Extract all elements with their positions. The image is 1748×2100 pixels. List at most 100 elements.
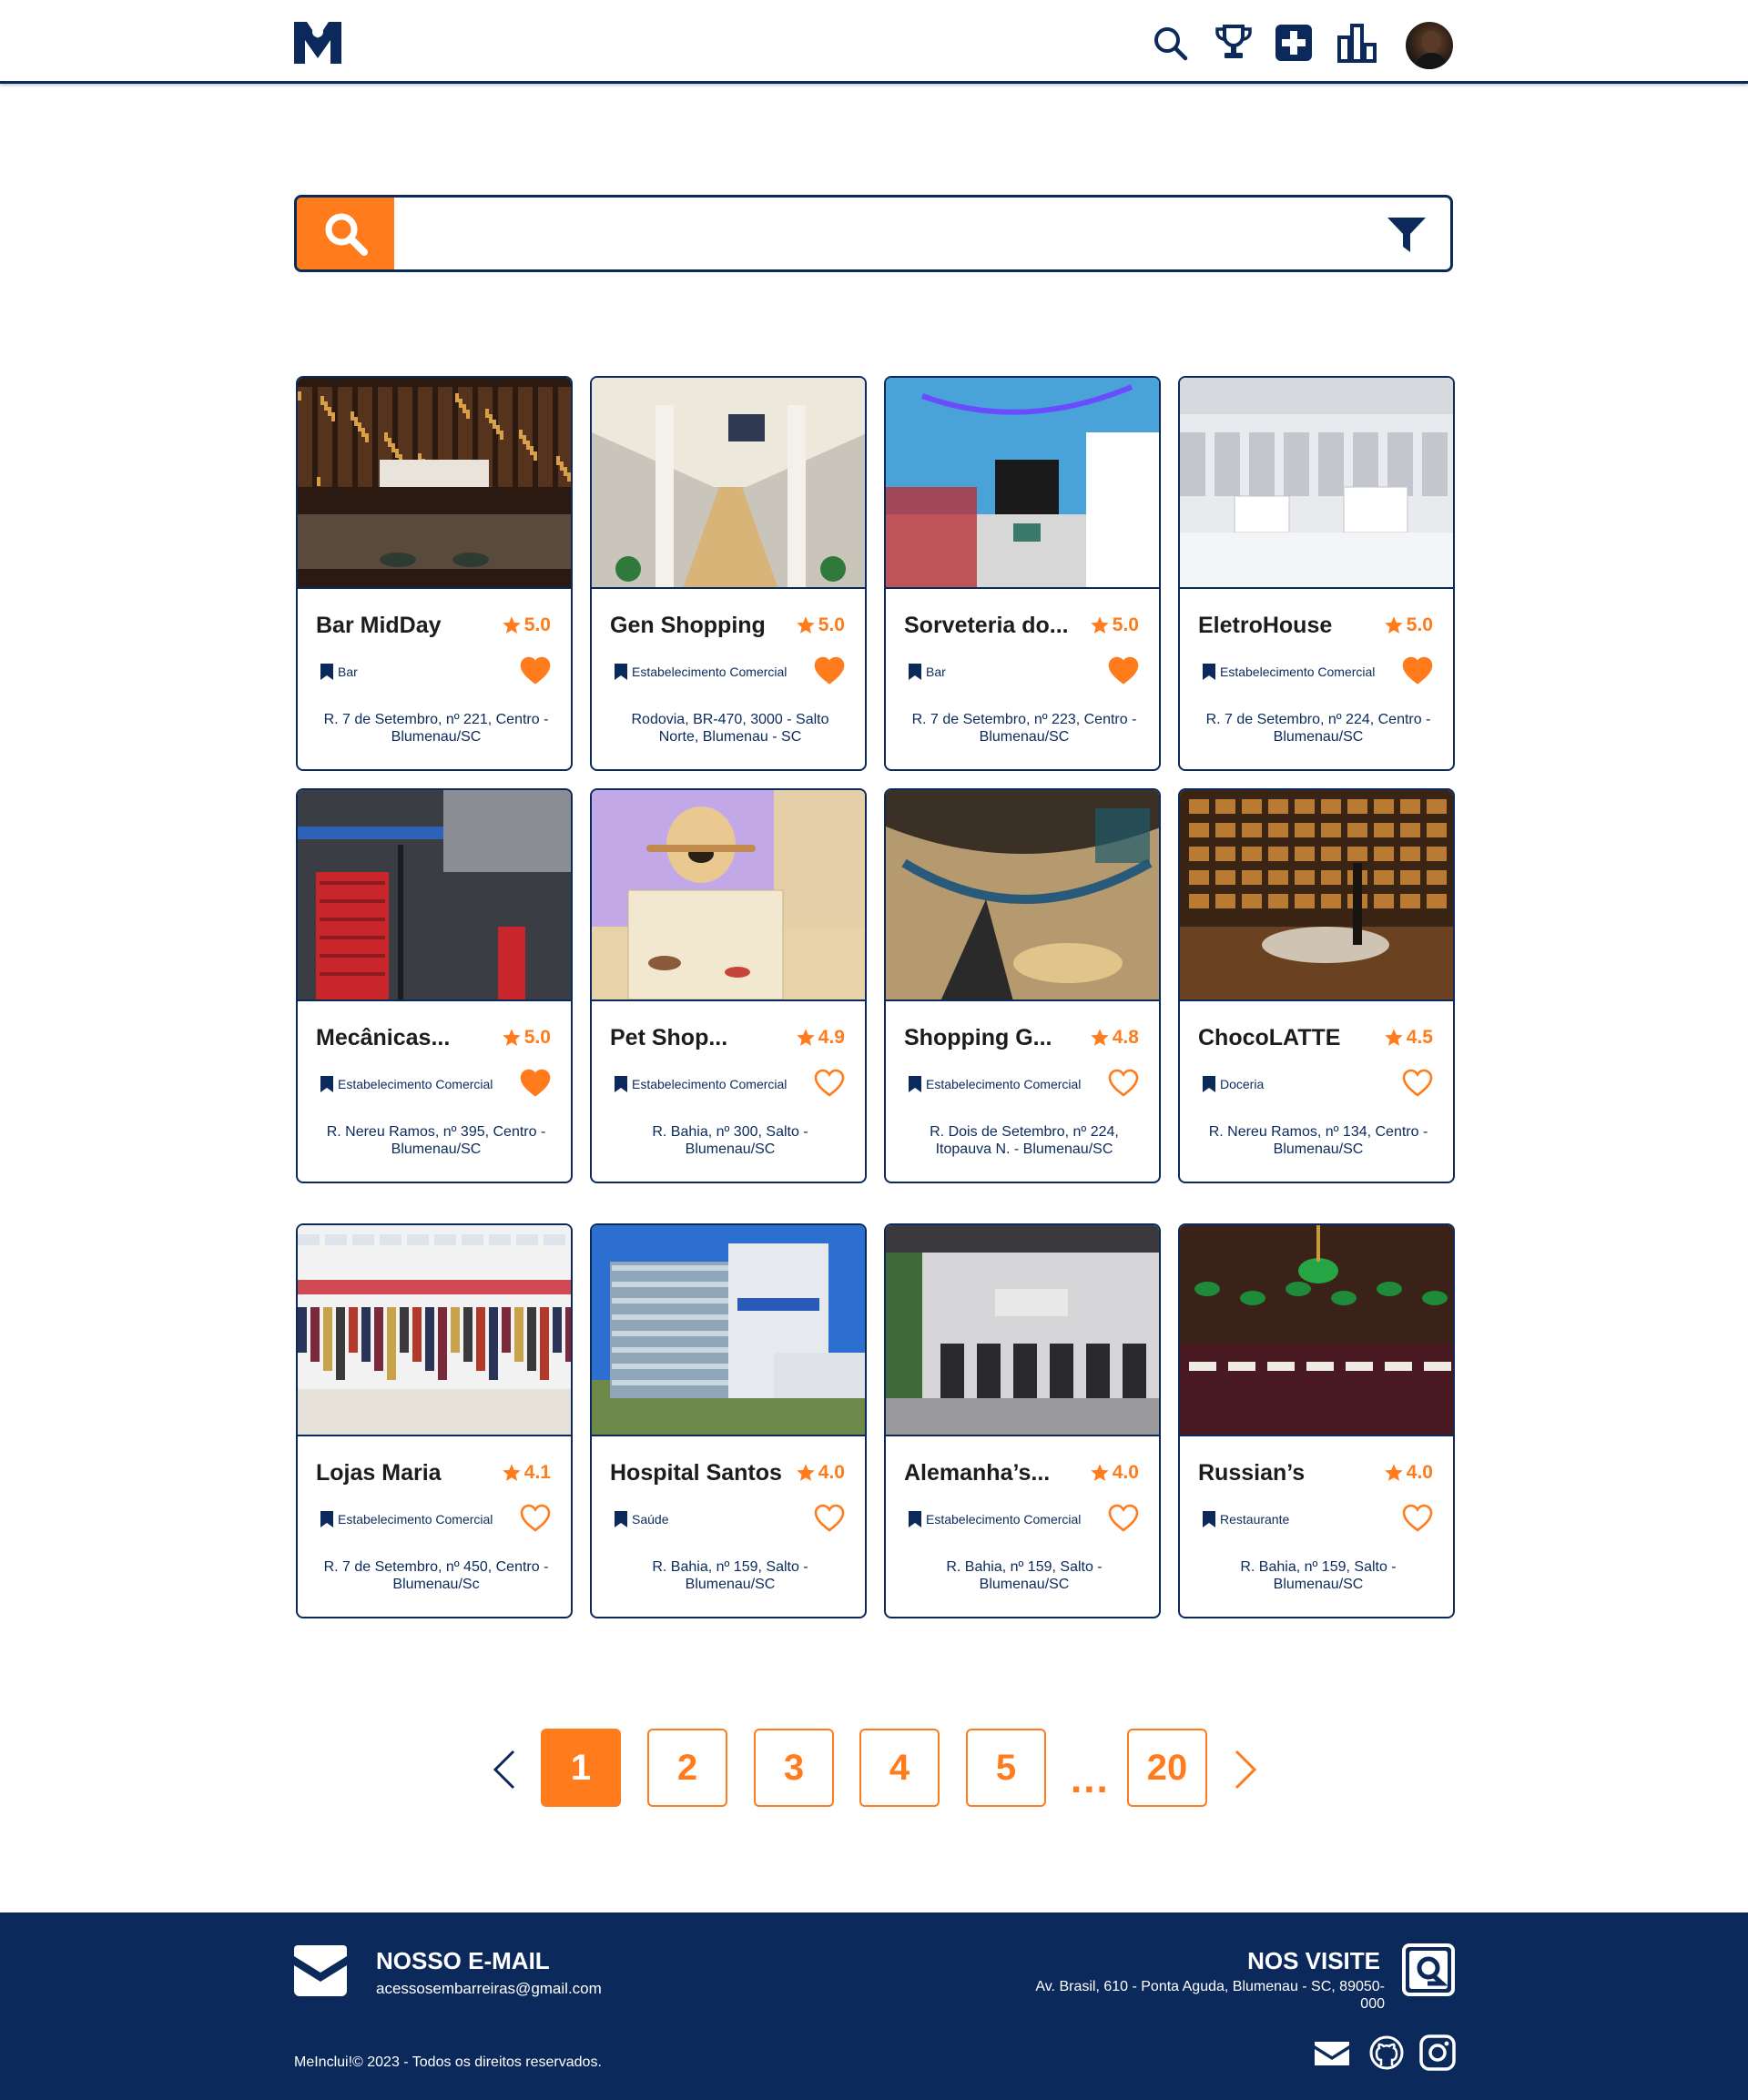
page-last-button[interactable]: 20	[1127, 1729, 1207, 1807]
page-5-button[interactable]: 5	[966, 1729, 1046, 1807]
heart-outline-icon[interactable]	[1108, 1069, 1139, 1098]
place-card[interactable]: Gen Shopping 5.0 Estabelecimento Comercial…	[590, 376, 867, 771]
place-address: Rodovia, BR-470, 3000 - Salto Norte, Blu…	[631, 712, 829, 745]
rating-value: 5.0	[1112, 614, 1139, 635]
place-rating: 5.0	[502, 1027, 551, 1049]
heart-outline-icon[interactable]	[814, 1504, 845, 1533]
place-card[interactable]: Mecânicas... 5.0 Estabelecimento Comercial…	[296, 788, 573, 1183]
page-3-button[interactable]: 3	[754, 1729, 834, 1807]
bookmark-icon	[615, 1511, 627, 1527]
place-card[interactable]: Sorveteria do... 5.0 Bar R. 7 de Setembro, …	[884, 376, 1161, 771]
place-address: R. Bahia, nº 159, Salto - Blumenau/SC	[946, 1559, 1103, 1592]
rating-value: 5.0	[818, 614, 845, 635]
place-name[interactable]: Shopping G...	[904, 1025, 1086, 1051]
place-photo[interactable]	[886, 1225, 1159, 1436]
heart-filled-icon[interactable]	[1402, 656, 1433, 685]
bookmark-icon	[909, 1076, 921, 1092]
star-icon	[1385, 1464, 1403, 1481]
place-name[interactable]: Hospital Santos	[610, 1460, 792, 1486]
star-icon	[1091, 1029, 1109, 1046]
place-card[interactable]: ChocoLATTE 4.5 Doceria R. Nereu Ramos, nº 1…	[1178, 788, 1455, 1183]
bookmark-icon	[615, 1076, 627, 1092]
search-icon[interactable]	[1149, 22, 1191, 64]
place-name[interactable]: Russian’s	[1198, 1460, 1380, 1486]
place-photo[interactable]	[886, 790, 1159, 1001]
heart-filled-icon[interactable]	[520, 1069, 551, 1098]
footer-email-link[interactable]: acessosembarreiras@gmail.com	[376, 1980, 602, 1998]
bookmark-icon	[909, 664, 921, 680]
category-label: Estabelecimento Comercial	[926, 1077, 1082, 1091]
rating-value: 4.0	[1406, 1462, 1433, 1483]
place-name[interactable]: Gen Shopping	[610, 613, 792, 639]
place-photo[interactable]	[592, 378, 865, 589]
place-photo[interactable]	[1180, 790, 1453, 1001]
place-name[interactable]: Pet Shop...	[610, 1025, 792, 1051]
rating-value: 5.0	[1406, 614, 1433, 635]
place-photo[interactable]	[298, 1225, 571, 1436]
heart-outline-icon[interactable]	[1108, 1504, 1139, 1533]
plus-square-icon[interactable]	[1273, 22, 1315, 64]
category-label: Saúde	[632, 1512, 669, 1527]
place-name[interactable]: Bar MidDay	[316, 613, 498, 639]
heart-filled-icon[interactable]	[520, 656, 551, 685]
filter-icon[interactable]	[1387, 216, 1427, 254]
category-label: Estabelecimento Comercial	[632, 1077, 788, 1091]
place-photo[interactable]	[1180, 378, 1453, 589]
page-4-button[interactable]: 4	[859, 1729, 940, 1807]
place-card[interactable]: Russian’s 4.0 Restaurante R. Bahia, nº 159,…	[1178, 1223, 1455, 1618]
chevron-left-icon[interactable]	[488, 1748, 521, 1791]
place-rating: 5.0	[502, 614, 551, 636]
category-label: Estabelecimento Comercial	[338, 1512, 493, 1527]
page-1-button[interactable]: 1	[541, 1729, 621, 1807]
place-photo[interactable]	[592, 1225, 865, 1436]
place-card[interactable]: Alemanha’s... 4.0 Estabelecimento Comercia…	[884, 1223, 1161, 1618]
place-photo[interactable]	[298, 790, 571, 1001]
github-icon[interactable]	[1367, 2034, 1406, 2071]
place-rating: 4.9	[796, 1027, 845, 1049]
place-card[interactable]: Lojas Maria 4.1 Estabelecimento Comercial R…	[296, 1223, 573, 1618]
place-card[interactable]: Pet Shop... 4.9 Estabelecimento Comercial R…	[590, 788, 867, 1183]
bar-chart-icon[interactable]	[1336, 22, 1378, 64]
place-category: Estabelecimento Comercial	[1202, 663, 1393, 681]
place-card[interactable]: Hospital Santos 4.0 Saúde R. Bahia, nº 159,…	[590, 1223, 867, 1618]
category-label: Restaurante	[1220, 1512, 1290, 1527]
heart-outline-icon[interactable]	[814, 1069, 845, 1098]
place-name[interactable]: Sorveteria do...	[904, 613, 1086, 639]
category-label: Estabelecimento Comercial	[926, 1512, 1082, 1527]
bookmark-icon	[320, 1076, 333, 1092]
chevron-right-icon[interactable]	[1229, 1748, 1262, 1791]
place-address: R. Nereu Ramos, nº 134, Centro - Blumena…	[1208, 1124, 1428, 1157]
user-avatar[interactable]	[1406, 22, 1453, 69]
place-card[interactable]: Shopping G... 4.8 Estabelecimento Comercia…	[884, 788, 1161, 1183]
place-name[interactable]: Lojas Maria	[316, 1460, 498, 1486]
bookmark-icon	[320, 1511, 333, 1527]
place-photo[interactable]	[298, 378, 571, 589]
search-input[interactable]	[401, 207, 1312, 261]
category-label: Bar	[926, 664, 946, 679]
place-photo[interactable]	[886, 378, 1159, 589]
place-name[interactable]: ChocoLATTE	[1198, 1025, 1380, 1051]
mail-icon[interactable]	[1313, 2034, 1351, 2071]
mail-icon	[294, 1943, 347, 1998]
heart-filled-icon[interactable]	[1108, 656, 1139, 685]
place-name[interactable]: EletroHouse	[1198, 613, 1380, 639]
place-card[interactable]: EletroHouse 5.0 Estabelecimento Comercial R…	[1178, 376, 1455, 771]
place-address: R. Bahia, nº 300, Salto - Blumenau/SC	[652, 1124, 808, 1157]
logo-icon[interactable]	[294, 22, 341, 64]
heart-outline-icon[interactable]	[520, 1504, 551, 1533]
site-header	[0, 0, 1748, 84]
place-card[interactable]: Bar MidDay 5.0 Bar R. 7 de Setembro, nº 221…	[296, 376, 573, 771]
place-category: Restaurante	[1202, 1510, 1393, 1528]
trophy-icon[interactable]	[1213, 22, 1255, 64]
place-name[interactable]: Mecânicas...	[316, 1025, 498, 1051]
place-name[interactable]: Alemanha’s...	[904, 1460, 1086, 1486]
footer-email-title: NOSSO E-MAIL	[376, 1947, 550, 1974]
page-2-button[interactable]: 2	[647, 1729, 727, 1807]
heart-outline-icon[interactable]	[1402, 1504, 1433, 1533]
heart-outline-icon[interactable]	[1402, 1069, 1433, 1098]
heart-filled-icon[interactable]	[814, 656, 845, 685]
place-photo[interactable]	[592, 790, 865, 1001]
instagram-icon[interactable]	[1418, 2034, 1457, 2071]
search-button[interactable]	[297, 198, 394, 269]
place-photo[interactable]	[1180, 1225, 1453, 1436]
